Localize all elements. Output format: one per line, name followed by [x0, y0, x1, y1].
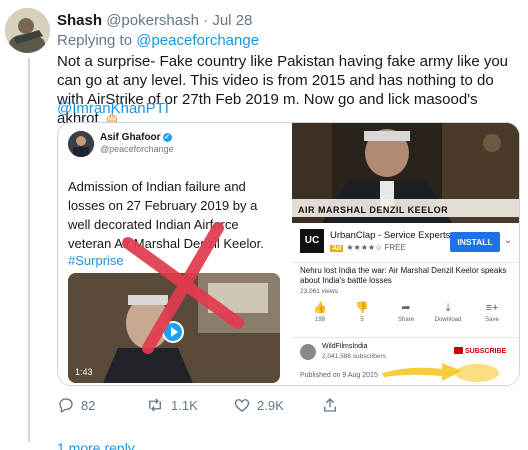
tweet-date[interactable]: Jul 28	[212, 12, 252, 29]
dislike-action: 👎 5	[342, 301, 382, 323]
replying-to-link[interactable]: @peaceforchange	[136, 32, 259, 49]
embedded-text: Admission of Indian failure and losses o…	[68, 179, 264, 251]
replying-to: Replying to @peaceforchange	[57, 32, 259, 49]
thumbs-up-icon: 👍	[313, 302, 327, 314]
mention-link[interactable]: @ImranKhanPTI	[57, 100, 169, 117]
avatar-image	[5, 8, 50, 53]
media-attachment[interactable]: Asif Ghafoor ✓ @peaceforchange Admission …	[57, 122, 520, 386]
author-handle[interactable]: @pokershash	[106, 12, 199, 29]
verified-icon: ✓	[162, 133, 172, 142]
share-label: Share	[397, 317, 414, 323]
author-name[interactable]: Shash	[57, 12, 102, 29]
ad-price: FREE	[384, 243, 406, 252]
reply-count: 82	[81, 397, 96, 413]
thumbs-down-icon: 👎	[355, 302, 369, 314]
youtube-action-row: 👍 199 👎 5 ➦ Share ⤓ Download ≡+ Save	[292, 301, 519, 331]
reply-icon	[59, 398, 73, 413]
published-date: Published on 9 Aug 2015	[300, 372, 378, 379]
save-icon: ≡+	[485, 302, 499, 314]
embedded-hashtag: #Surprise	[68, 253, 124, 268]
like-action: 👍 199	[300, 301, 340, 323]
heart-icon	[234, 399, 250, 412]
tweet-header: Shash @pokershash · Jul 28	[57, 12, 252, 29]
more-replies-link[interactable]: 1 more reply	[57, 440, 135, 450]
video-caption: AIR MARSHAL DENZIL KEELOR	[298, 205, 449, 215]
embedded-handle: @peaceforchange	[100, 144, 174, 154]
ad-subtitle: Ad ★★★★☆ FREE	[330, 243, 406, 252]
youtube-views: 23,061 views	[300, 288, 338, 295]
retweet-count: 1.1K	[171, 397, 198, 413]
channel-avatar	[300, 344, 316, 360]
ad-badge: Ad	[330, 245, 344, 252]
separator: ·	[203, 12, 209, 29]
reply-action[interactable]: 82	[57, 396, 95, 414]
save-label: Save	[485, 317, 499, 323]
ad-banner: UC UrbanClap - Service Experts Ad ★★★★☆ F…	[292, 223, 519, 263]
subscribe-button: SUBSCRIBE	[454, 347, 506, 355]
retweet-icon	[149, 398, 161, 412]
embedded-tweet-image[interactable]: Asif Ghafoor ✓ @peaceforchange Admission …	[58, 123, 290, 385]
embedded-name: Asif Ghafoor ✓	[100, 132, 172, 143]
replying-prefix: Replying to	[57, 32, 137, 49]
download-action: ⤓ Download	[428, 301, 468, 323]
like-count: 2.9K	[257, 397, 284, 413]
like-action[interactable]: 2.9K	[233, 396, 284, 414]
embedded-name-text: Asif Ghafoor	[100, 132, 161, 143]
play-icon	[162, 321, 184, 343]
like-count: 199	[314, 317, 325, 323]
channel-subscribers: 2,041,588 subscribers	[322, 353, 386, 360]
install-button: INSTALL	[450, 232, 500, 252]
youtube-video-frame: AIR MARSHAL DENZIL KEELOR	[292, 123, 519, 223]
youtube-screenshot-image[interactable]: AIR MARSHAL DENZIL KEELOR UC UrbanClap -…	[292, 123, 519, 385]
share-icon: ➦	[401, 302, 411, 314]
download-label: Download	[434, 317, 462, 323]
youtube-logo-icon	[454, 347, 463, 354]
urbanclap-logo: UC	[300, 229, 324, 253]
save-action: ≡+ Save	[472, 301, 512, 323]
download-icon: ⤓	[445, 302, 451, 314]
channel-row: WildFilmsIndia 2,041,588 subscribers SUB…	[292, 337, 519, 367]
tweet-action-bar: 82 1.1K 2.9K	[57, 396, 357, 418]
video-duration: 1:43	[75, 367, 93, 377]
channel-name: WildFilmsIndia	[322, 343, 368, 350]
ad-app-name: UrbanClap - Service Experts	[330, 230, 451, 241]
embedded-avatar	[68, 131, 94, 157]
thread-line	[28, 58, 30, 442]
subscribe-label: SUBSCRIBE	[465, 348, 507, 355]
embedded-video-thumbnail: 1:43	[68, 273, 280, 383]
retweet-action[interactable]: 1.1K	[145, 396, 198, 414]
ad-rating: ★★★★☆	[346, 243, 383, 252]
avatar[interactable]	[5, 8, 50, 53]
share-tweet-action[interactable]	[321, 396, 339, 414]
youtube-video-title: Nehru lost India the war: Air Marshal De…	[300, 266, 507, 285]
dislike-count: 5	[360, 317, 364, 323]
chevron-down-icon: ⌄	[504, 235, 513, 246]
share-icon	[324, 398, 336, 412]
share-action: ➦ Share	[386, 301, 426, 323]
